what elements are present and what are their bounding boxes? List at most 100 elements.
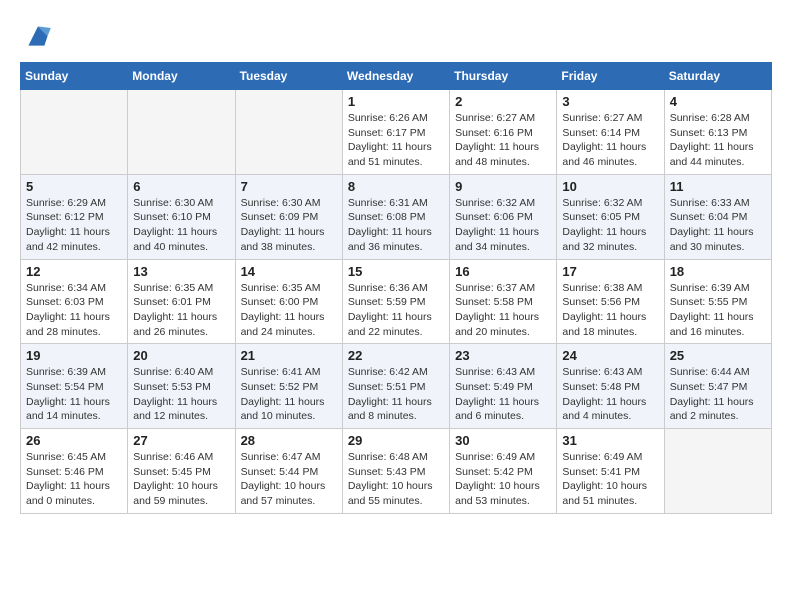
day-number: 27 bbox=[133, 433, 229, 448]
day-number: 13 bbox=[133, 264, 229, 279]
weekday-header-monday: Monday bbox=[128, 63, 235, 90]
day-info: Sunrise: 6:49 AM Sunset: 5:42 PM Dayligh… bbox=[455, 450, 551, 509]
day-number: 21 bbox=[241, 348, 337, 363]
calendar-cell: 26 Sunrise: 6:45 AM Sunset: 5:46 PM Dayli… bbox=[21, 429, 128, 514]
calendar-cell: 15 Sunrise: 6:36 AM Sunset: 5:59 PM Dayli… bbox=[342, 259, 449, 344]
day-number: 29 bbox=[348, 433, 444, 448]
weekday-header-thursday: Thursday bbox=[450, 63, 557, 90]
day-info: Sunrise: 6:27 AM Sunset: 6:16 PM Dayligh… bbox=[455, 111, 551, 170]
day-info: Sunrise: 6:28 AM Sunset: 6:13 PM Dayligh… bbox=[670, 111, 766, 170]
calendar-cell: 19 Sunrise: 6:39 AM Sunset: 5:54 PM Dayli… bbox=[21, 344, 128, 429]
calendar-header: SundayMondayTuesdayWednesdayThursdayFrid… bbox=[21, 63, 772, 90]
day-number: 30 bbox=[455, 433, 551, 448]
day-info: Sunrise: 6:48 AM Sunset: 5:43 PM Dayligh… bbox=[348, 450, 444, 509]
calendar-cell bbox=[21, 90, 128, 175]
day-number: 15 bbox=[348, 264, 444, 279]
day-number: 11 bbox=[670, 179, 766, 194]
day-number: 22 bbox=[348, 348, 444, 363]
day-number: 24 bbox=[562, 348, 658, 363]
day-info: Sunrise: 6:30 AM Sunset: 6:10 PM Dayligh… bbox=[133, 196, 229, 255]
day-number: 6 bbox=[133, 179, 229, 194]
calendar-cell: 18Sunrise: 6:39 AM Sunset: 5:55 PM Dayli… bbox=[664, 259, 771, 344]
day-info: Sunrise: 6:35 AM Sunset: 6:00 PM Dayligh… bbox=[241, 281, 337, 340]
calendar-cell: 2Sunrise: 6:27 AM Sunset: 6:16 PM Daylig… bbox=[450, 90, 557, 175]
calendar-cell: 24Sunrise: 6:43 AM Sunset: 5:48 PM Dayli… bbox=[557, 344, 664, 429]
day-info: Sunrise: 6:41 AM Sunset: 5:52 PM Dayligh… bbox=[241, 365, 337, 424]
day-number: 28 bbox=[241, 433, 337, 448]
logo bbox=[20, 20, 54, 52]
weekday-header-friday: Friday bbox=[557, 63, 664, 90]
calendar-cell: 10Sunrise: 6:32 AM Sunset: 6:05 PM Dayli… bbox=[557, 174, 664, 259]
day-number: 23 bbox=[455, 348, 551, 363]
day-info: Sunrise: 6:26 AM Sunset: 6:17 PM Dayligh… bbox=[348, 111, 444, 170]
logo-icon bbox=[22, 20, 54, 52]
calendar-cell: 21 Sunrise: 6:41 AM Sunset: 5:52 PM Dayli… bbox=[235, 344, 342, 429]
day-number: 4 bbox=[670, 94, 766, 109]
day-info: Sunrise: 6:37 AM Sunset: 5:58 PM Dayligh… bbox=[455, 281, 551, 340]
calendar-table: SundayMondayTuesdayWednesdayThursdayFrid… bbox=[20, 62, 772, 514]
day-info: Sunrise: 6:40 AM Sunset: 5:53 PM Dayligh… bbox=[133, 365, 229, 424]
calendar-cell: 31 Sunrise: 6:49 AM Sunset: 5:41 PM Dayli… bbox=[557, 429, 664, 514]
calendar-cell: 28 Sunrise: 6:47 AM Sunset: 5:44 PM Dayli… bbox=[235, 429, 342, 514]
calendar-cell: 9 Sunrise: 6:32 AM Sunset: 6:06 PM Daylig… bbox=[450, 174, 557, 259]
calendar-week-row: 26 Sunrise: 6:45 AM Sunset: 5:46 PM Dayli… bbox=[21, 429, 772, 514]
day-info: Sunrise: 6:29 AM Sunset: 6:12 PM Dayligh… bbox=[26, 196, 122, 255]
calendar-week-row: 1 Sunrise: 6:26 AM Sunset: 6:17 PM Daylig… bbox=[21, 90, 772, 175]
day-number: 12 bbox=[26, 264, 122, 279]
weekday-header-wednesday: Wednesday bbox=[342, 63, 449, 90]
weekday-header-sunday: Sunday bbox=[21, 63, 128, 90]
calendar-cell: 6 Sunrise: 6:30 AM Sunset: 6:10 PM Daylig… bbox=[128, 174, 235, 259]
day-number: 9 bbox=[455, 179, 551, 194]
day-info: Sunrise: 6:36 AM Sunset: 5:59 PM Dayligh… bbox=[348, 281, 444, 340]
calendar-week-row: 5 Sunrise: 6:29 AM Sunset: 6:12 PM Daylig… bbox=[21, 174, 772, 259]
calendar-body: 1 Sunrise: 6:26 AM Sunset: 6:17 PM Daylig… bbox=[21, 90, 772, 514]
day-info: Sunrise: 6:39 AM Sunset: 5:54 PM Dayligh… bbox=[26, 365, 122, 424]
calendar-cell: 4 Sunrise: 6:28 AM Sunset: 6:13 PM Daylig… bbox=[664, 90, 771, 175]
calendar-cell: 30 Sunrise: 6:49 AM Sunset: 5:42 PM Dayli… bbox=[450, 429, 557, 514]
day-info: Sunrise: 6:35 AM Sunset: 6:01 PM Dayligh… bbox=[133, 281, 229, 340]
day-number: 10 bbox=[562, 179, 658, 194]
day-info: Sunrise: 6:46 AM Sunset: 5:45 PM Dayligh… bbox=[133, 450, 229, 509]
calendar-cell: 20 Sunrise: 6:40 AM Sunset: 5:53 PM Dayli… bbox=[128, 344, 235, 429]
day-info: Sunrise: 6:45 AM Sunset: 5:46 PM Dayligh… bbox=[26, 450, 122, 509]
weekday-row: SundayMondayTuesdayWednesdayThursdayFrid… bbox=[21, 63, 772, 90]
calendar-cell: 14Sunrise: 6:35 AM Sunset: 6:00 PM Dayli… bbox=[235, 259, 342, 344]
calendar-cell: 8Sunrise: 6:31 AM Sunset: 6:08 PM Daylig… bbox=[342, 174, 449, 259]
calendar-cell: 1 Sunrise: 6:26 AM Sunset: 6:17 PM Daylig… bbox=[342, 90, 449, 175]
page: SundayMondayTuesdayWednesdayThursdayFrid… bbox=[0, 0, 792, 524]
day-info: Sunrise: 6:38 AM Sunset: 5:56 PM Dayligh… bbox=[562, 281, 658, 340]
day-number: 19 bbox=[26, 348, 122, 363]
calendar-cell: 22 Sunrise: 6:42 AM Sunset: 5:51 PM Dayli… bbox=[342, 344, 449, 429]
day-info: Sunrise: 6:34 AM Sunset: 6:03 PM Dayligh… bbox=[26, 281, 122, 340]
day-number: 1 bbox=[348, 94, 444, 109]
day-info: Sunrise: 6:49 AM Sunset: 5:41 PM Dayligh… bbox=[562, 450, 658, 509]
calendar-week-row: 12 Sunrise: 6:34 AM Sunset: 6:03 PM Dayli… bbox=[21, 259, 772, 344]
calendar-cell: 11Sunrise: 6:33 AM Sunset: 6:04 PM Dayli… bbox=[664, 174, 771, 259]
calendar-cell: 12 Sunrise: 6:34 AM Sunset: 6:03 PM Dayli… bbox=[21, 259, 128, 344]
day-info: Sunrise: 6:31 AM Sunset: 6:08 PM Dayligh… bbox=[348, 196, 444, 255]
day-number: 31 bbox=[562, 433, 658, 448]
day-number: 3 bbox=[562, 94, 658, 109]
day-number: 20 bbox=[133, 348, 229, 363]
day-info: Sunrise: 6:44 AM Sunset: 5:47 PM Dayligh… bbox=[670, 365, 766, 424]
day-info: Sunrise: 6:27 AM Sunset: 6:14 PM Dayligh… bbox=[562, 111, 658, 170]
day-info: Sunrise: 6:47 AM Sunset: 5:44 PM Dayligh… bbox=[241, 450, 337, 509]
calendar-cell bbox=[235, 90, 342, 175]
calendar-cell: 5 Sunrise: 6:29 AM Sunset: 6:12 PM Daylig… bbox=[21, 174, 128, 259]
calendar-cell: 16Sunrise: 6:37 AM Sunset: 5:58 PM Dayli… bbox=[450, 259, 557, 344]
calendar-cell: 27 Sunrise: 6:46 AM Sunset: 5:45 PM Dayli… bbox=[128, 429, 235, 514]
day-number: 17 bbox=[562, 264, 658, 279]
calendar-cell: 25Sunrise: 6:44 AM Sunset: 5:47 PM Dayli… bbox=[664, 344, 771, 429]
day-number: 18 bbox=[670, 264, 766, 279]
day-number: 5 bbox=[26, 179, 122, 194]
day-info: Sunrise: 6:32 AM Sunset: 6:06 PM Dayligh… bbox=[455, 196, 551, 255]
calendar-cell bbox=[128, 90, 235, 175]
calendar-cell: 3 Sunrise: 6:27 AM Sunset: 6:14 PM Daylig… bbox=[557, 90, 664, 175]
day-info: Sunrise: 6:42 AM Sunset: 5:51 PM Dayligh… bbox=[348, 365, 444, 424]
calendar-cell: 13 Sunrise: 6:35 AM Sunset: 6:01 PM Dayli… bbox=[128, 259, 235, 344]
calendar-week-row: 19 Sunrise: 6:39 AM Sunset: 5:54 PM Dayli… bbox=[21, 344, 772, 429]
calendar-cell bbox=[664, 429, 771, 514]
day-number: 26 bbox=[26, 433, 122, 448]
header bbox=[20, 20, 772, 52]
day-info: Sunrise: 6:43 AM Sunset: 5:49 PM Dayligh… bbox=[455, 365, 551, 424]
